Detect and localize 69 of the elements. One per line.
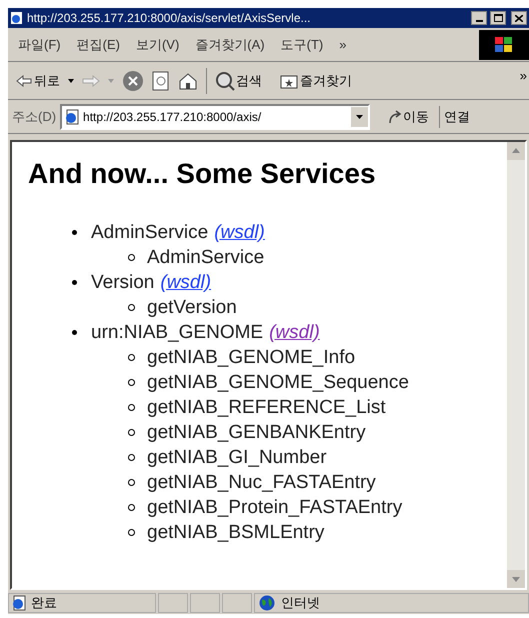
search-icon — [215, 70, 235, 90]
method-name: getNIAB_Nuc_FASTAEntry — [147, 471, 376, 495]
status-panel — [158, 593, 188, 613]
zone-text: 인터넷 — [281, 594, 320, 612]
bullet — [128, 504, 135, 511]
search-button[interactable]: 검색 — [215, 70, 262, 90]
wsdl-link[interactable]: (wsdl) — [214, 220, 265, 245]
method-name: AdminService — [147, 246, 264, 270]
menu-item[interactable]: 즐겨찾기(A) — [195, 34, 265, 54]
favorites-button[interactable]: 즐겨찾기 — [280, 70, 352, 90]
address-text: http://203.255.177.210:8000/axis/ — [83, 108, 262, 126]
go-button[interactable]: 이동 — [388, 106, 430, 126]
wsdl-link[interactable]: (wsdl) — [160, 270, 212, 295]
bullet — [128, 379, 135, 386]
stop-icon[interactable] — [122, 70, 144, 92]
go-arrow-icon — [388, 110, 402, 124]
bullet — [128, 254, 135, 261]
bullet — [128, 429, 135, 436]
bullet — [128, 479, 135, 486]
service-name: AdminService — [91, 221, 208, 245]
close-icon — [515, 14, 523, 22]
service-name: Version — [91, 271, 154, 295]
method-name: getNIAB_Protein_FASTAEntry — [147, 496, 402, 520]
back-arrow-icon — [16, 74, 32, 86]
method-name: getNIAB_GI_Number — [147, 446, 327, 470]
back-button[interactable]: 뒤로 — [16, 70, 60, 90]
windows-logo-icon — [495, 36, 513, 52]
bullet — [128, 529, 135, 536]
status-panel — [190, 593, 220, 613]
menu-item[interactable]: 도구(T) — [280, 34, 324, 54]
bullet — [72, 230, 77, 235]
menu-item[interactable]: 보기(V) — [136, 34, 180, 54]
minimize-icon — [476, 20, 482, 22]
page-heading: And now... Some Services — [28, 160, 377, 188]
address-field[interactable]: http://203.255.177.210:8000/axis/ — [60, 104, 370, 130]
bullet — [128, 304, 135, 311]
bullet — [72, 330, 77, 335]
close-button[interactable] — [511, 11, 527, 25]
address-label: 주소(D) — [12, 108, 56, 126]
service-name: urn:NIAB_GENOME — [91, 321, 264, 345]
method-name: getNIAB_GENOME_Info — [147, 346, 356, 370]
globe-icon — [259, 595, 275, 611]
browser-icon — [10, 11, 24, 25]
minimize-button[interactable] — [471, 11, 487, 25]
status-panel — [222, 593, 252, 613]
links-label[interactable]: 연결 — [444, 106, 470, 126]
home-icon[interactable] — [178, 72, 198, 90]
method-name: getNIAB_GENBANKEntry — [147, 421, 366, 445]
page-icon — [11, 595, 27, 611]
bullet — [128, 354, 135, 361]
method-name: getNIAB_REFERENCE_List — [147, 396, 386, 420]
menu-item[interactable]: 파일(F) — [18, 34, 61, 54]
maximize-icon — [494, 14, 502, 22]
method-name: getNIAB_GENOME_Sequence — [147, 371, 409, 395]
bullet — [128, 404, 135, 411]
bullet — [128, 454, 135, 461]
dropdown-icon[interactable] — [68, 78, 74, 82]
method-name: getNIAB_BSMLEntry — [147, 521, 324, 545]
window-title: http://203.255.177.210:8000/axis/servlet/AxisServle... — [27, 10, 312, 27]
menu-item[interactable]: » — [339, 34, 346, 54]
wsdl-link[interactable]: (wsdl) — [269, 320, 320, 345]
more-chevron[interactable]: » — [520, 66, 527, 86]
maximize-button[interactable] — [490, 11, 506, 25]
refresh-icon[interactable] — [152, 70, 170, 90]
status-text: 완료 — [31, 594, 57, 612]
bullet — [72, 280, 77, 285]
menu-item[interactable]: 편집(E) — [76, 34, 120, 54]
page-icon — [64, 108, 80, 124]
method-name: getVersion — [147, 296, 237, 320]
